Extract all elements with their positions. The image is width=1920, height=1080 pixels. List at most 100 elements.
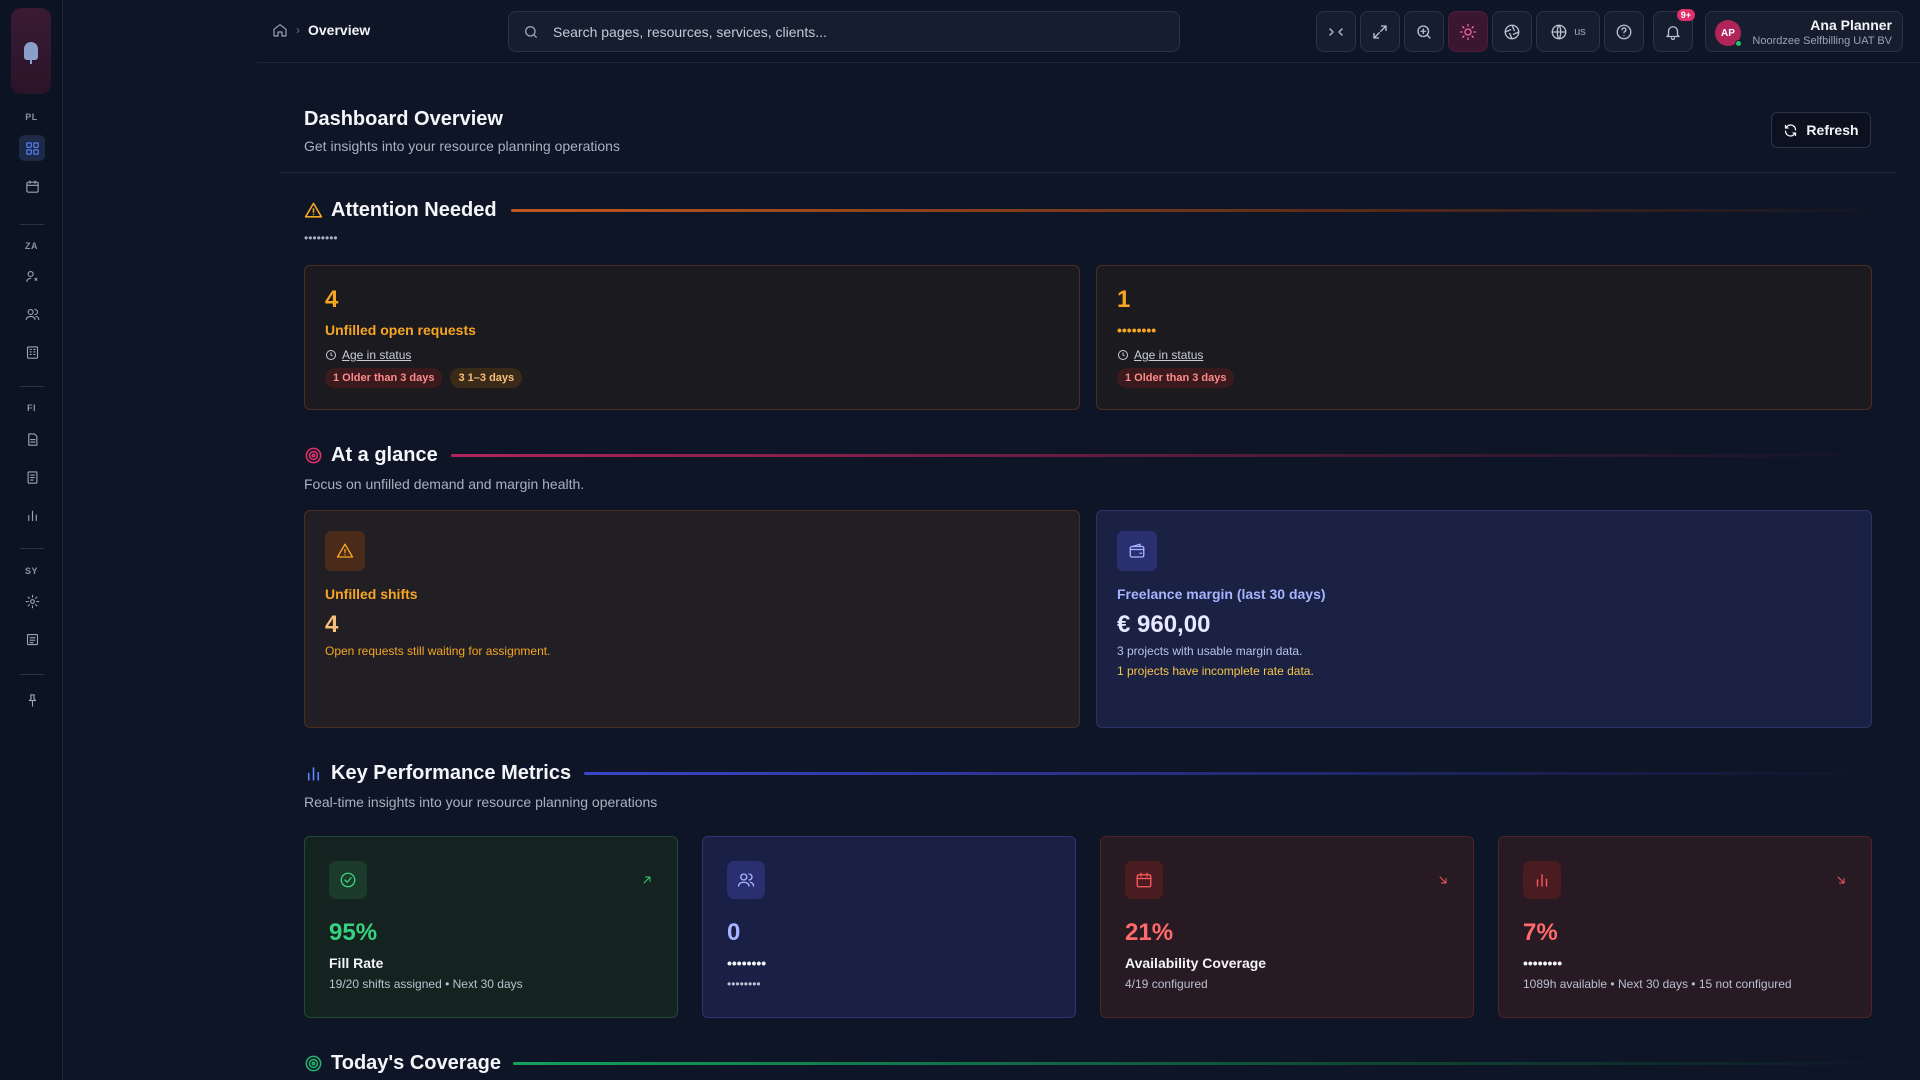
kpi-card-fill-rate[interactable]: 95% Fill Rate 19/20 shifts assigned • Ne… (304, 836, 678, 1018)
attention-card-secondary[interactable]: 1 •••••••• Age in status 1 Older than 3 … (1096, 265, 1872, 410)
zoom-button[interactable] (1404, 11, 1444, 52)
kpi-subtext: 4/19 configured (1125, 977, 1208, 991)
unfilled-shifts-value: 4 (325, 611, 339, 638)
freelance-margin-title: Freelance margin (last 30 days) (1117, 586, 1326, 602)
freelance-margin-card[interactable]: Freelance margin (last 30 days) € 960,00… (1096, 510, 1872, 728)
notifications-button[interactable]: 9+ (1653, 9, 1695, 52)
trend-down-icon (1835, 873, 1847, 885)
bar-chart-icon (307, 767, 320, 781)
breadcrumb-separator: › (296, 23, 300, 37)
sidebar-item-organizations[interactable] (19, 339, 45, 365)
kpi-card-resources[interactable]: 0 •••••••• •••••••• (702, 836, 1076, 1018)
users-icon (737, 873, 755, 887)
trend-down-icon (1437, 873, 1449, 885)
help-button[interactable] (1604, 11, 1644, 52)
sidebar-section-label: FI (27, 403, 36, 413)
search-input[interactable] (553, 23, 1113, 40)
freelance-margin-value: € 960,00 (1117, 611, 1211, 638)
receipt-icon (27, 470, 37, 484)
age-in-status-link[interactable]: Age in status (342, 348, 411, 362)
kpi-label: Availability Coverage (1125, 955, 1267, 971)
aperture-button[interactable] (1492, 11, 1532, 52)
sidebar-section-label: PL (25, 112, 38, 122)
dashboard-icon (25, 141, 39, 155)
coverage-title: Today's Coverage (331, 1052, 501, 1074)
status-badge[interactable]: 1 Older than 3 days (1117, 368, 1235, 388)
attention-section-header: Attention Needed (304, 199, 497, 222)
sidebar-item-calendar[interactable] (19, 173, 45, 199)
kpi-title: Key Performance Metrics (331, 762, 572, 784)
page-title: Dashboard Overview (304, 108, 503, 130)
kpi-value: 7% (1523, 919, 1558, 946)
sidebar-item-invoices[interactable] (19, 464, 45, 490)
online-status-dot (1735, 40, 1742, 47)
theme-toggle-button[interactable] (1448, 11, 1488, 52)
kpi-section-header: Key Performance Metrics (304, 762, 571, 785)
sidebar-item-user-settings[interactable] (19, 263, 45, 289)
attention-accent-line (511, 209, 1891, 212)
kpi-subtext: 1089h available • Next 30 days • 15 not … (1523, 977, 1792, 991)
attention-count: 1 (1117, 286, 1131, 313)
bar-chart-icon (27, 510, 37, 521)
kpi-label: •••••••• (1523, 955, 1563, 971)
glance-title: At a glance (331, 444, 438, 466)
sidebar-section-label: ZA (25, 241, 38, 251)
refresh-button[interactable]: Refresh (1771, 112, 1871, 148)
kpi-card-availability-coverage[interactable]: 21% Availability Coverage 4/19 configure… (1100, 836, 1474, 1018)
user-organization: Noordzee Selfbilling UAT BV (1752, 35, 1892, 47)
status-badge[interactable]: 3 1–3 days (450, 368, 523, 388)
sidebar-item-logs[interactable] (19, 626, 45, 652)
clock-icon (1118, 350, 1128, 360)
refresh-label: Refresh (1806, 122, 1859, 138)
glance-description: Focus on unfilled demand and margin heal… (304, 476, 585, 492)
age-in-status-link[interactable]: Age in status (1134, 348, 1203, 362)
avatar-initials: AP (1721, 27, 1735, 39)
sidebar-item-documents[interactable] (19, 426, 45, 452)
kpi-subtext: 19/20 shifts assigned • Next 30 days (329, 977, 523, 991)
freelance-margin-warning: 1 projects have incomplete rate data. (1117, 664, 1314, 678)
status-badge[interactable]: 1 Older than 3 days (325, 368, 443, 388)
wallet-icon (1129, 543, 1145, 558)
help-circle-icon (1616, 24, 1632, 39)
sidebar-section-label: SY (24, 566, 38, 576)
sidebar-item-dashboard[interactable] (19, 135, 45, 161)
glance-accent-line (451, 454, 1891, 457)
language-selector[interactable]: us (1536, 11, 1600, 52)
sidebar-divider (20, 674, 44, 675)
unfilled-shifts-card[interactable]: Unfilled shifts 4 Open requests still wa… (304, 510, 1080, 728)
attention-count: 4 (325, 286, 339, 313)
sidebar-divider (20, 548, 44, 549)
kpi-card-utilization[interactable]: 7% •••••••• 1089h available • Next 30 da… (1498, 836, 1872, 1018)
check-circle-icon (340, 872, 356, 888)
kpi-subtext: •••••••• (727, 977, 761, 991)
warning-triangle-icon (336, 543, 354, 558)
attention-label: Unfilled open requests (325, 322, 476, 338)
attention-label: •••••••• (1117, 322, 1157, 338)
kpi-accent-line (584, 772, 1891, 775)
coverage-accent-line (513, 1062, 1891, 1065)
fullscreen-button[interactable] (1360, 11, 1400, 52)
global-search[interactable] (508, 11, 1180, 52)
language-code: us (1574, 25, 1586, 38)
user-menu[interactable]: AP Ana Planner Noordzee Selfbilling UAT … (1705, 11, 1903, 52)
kpi-icon-tile (329, 861, 367, 899)
sidebar-pin-button[interactable] (19, 687, 45, 713)
age-in-status[interactable]: Age in status (325, 348, 411, 362)
attention-card-unfilled-requests[interactable]: 4 Unfilled open requests Age in status 1… (304, 265, 1080, 410)
search-icon (525, 25, 537, 38)
page-subtitle: Get insights into your resource planning… (304, 138, 620, 154)
sidebar-item-users[interactable] (19, 301, 45, 327)
kpi-icon-tile (1523, 861, 1561, 899)
app-logo[interactable] (11, 8, 51, 94)
age-in-status[interactable]: Age in status (1117, 348, 1203, 362)
sidebar-item-reports[interactable] (19, 502, 45, 528)
unfilled-shifts-title: Unfilled shifts (325, 586, 418, 602)
notification-badge: 9+ (1676, 9, 1695, 21)
breadcrumb: › Overview (272, 22, 370, 38)
attention-title: Attention Needed (331, 199, 497, 221)
home-icon[interactable] (272, 22, 288, 38)
sidebar-item-settings[interactable] (19, 588, 45, 614)
glance-section-header: At a glance (304, 444, 438, 467)
collapse-button[interactable] (1316, 11, 1356, 52)
pin-icon (28, 693, 36, 707)
